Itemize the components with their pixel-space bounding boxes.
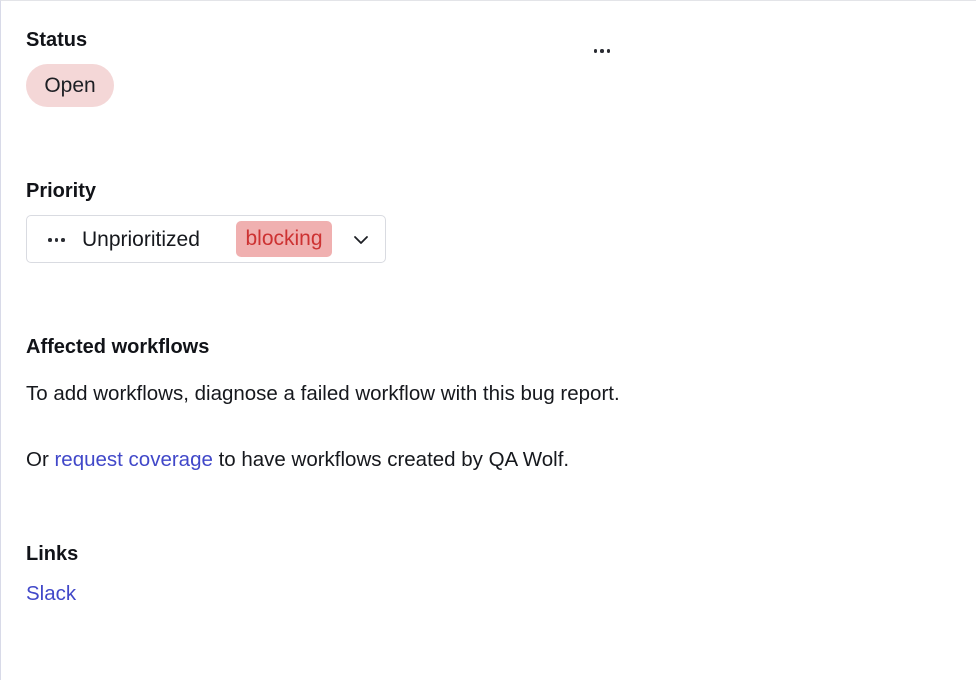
chevron-down-icon xyxy=(354,236,368,244)
status-value: Open xyxy=(44,73,96,97)
request-coverage-text: Or request coverage to have workflows cr… xyxy=(26,449,666,470)
blocking-badge: blocking xyxy=(236,221,332,257)
more-horizontal-icon xyxy=(593,49,598,53)
priority-dropdown[interactable]: Unprioritized blocking xyxy=(26,215,386,263)
coverage-suffix: to have workflows created by QA Wolf. xyxy=(212,448,570,471)
more-horizontal-icon-dot xyxy=(61,238,65,242)
affected-workflows-heading: Affected workflows xyxy=(26,336,210,358)
links-heading: Links xyxy=(26,543,79,565)
more-options-button[interactable] xyxy=(587,39,617,63)
priority-value: Unprioritized xyxy=(82,228,200,251)
more-horizontal-icon-dot xyxy=(606,49,611,53)
more-horizontal-icon-dot xyxy=(54,238,58,242)
more-horizontal-icon xyxy=(48,238,65,242)
status-badge[interactable]: Open xyxy=(26,64,114,107)
priority-heading: Priority xyxy=(26,180,97,202)
coverage-prefix: Or xyxy=(26,448,55,471)
affected-workflows-description: To add workflows, diagnose a failed work… xyxy=(26,382,620,405)
status-heading: Status xyxy=(26,29,88,51)
more-horizontal-icon-dot xyxy=(48,238,52,242)
more-horizontal-icon-dot xyxy=(600,49,604,53)
slack-link[interactable]: Slack xyxy=(26,583,76,604)
bug-report-details-panel: Status Open Priority Unprioritized block… xyxy=(0,0,976,680)
request-coverage-link[interactable]: request coverage xyxy=(54,448,212,471)
